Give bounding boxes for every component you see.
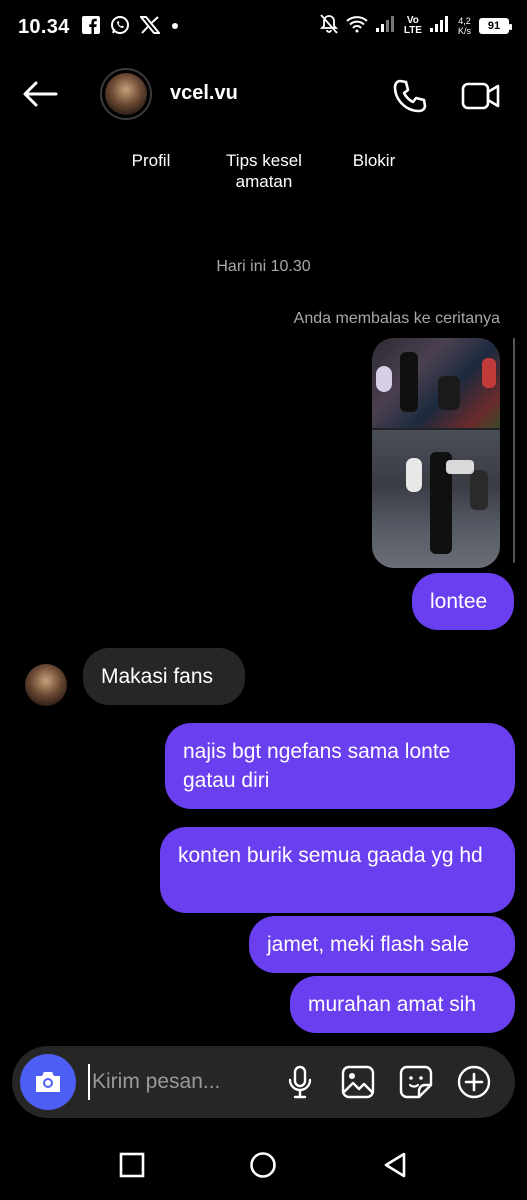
status-right: Vo LTE 4,2 K/s 91 — [319, 14, 512, 37]
profile-link[interactable]: Profil — [118, 150, 184, 171]
recent-apps-button[interactable] — [117, 1150, 147, 1180]
camera-button[interactable] — [20, 1054, 76, 1110]
image-icon — [341, 1065, 375, 1099]
system-nav-bar — [0, 1130, 527, 1200]
call-button[interactable] — [390, 76, 430, 116]
message-bubble-sent[interactable]: jamet, meki flash sale — [249, 916, 515, 973]
block-link[interactable]: Blokir — [344, 150, 404, 171]
tips-link-line2: amatan — [235, 172, 293, 191]
date-separator: Hari ini 10.30 — [216, 258, 311, 275]
sender-avatar[interactable] — [25, 664, 67, 706]
story-plush — [406, 458, 422, 492]
whatsapp-icon — [110, 15, 130, 40]
microphone-button[interactable] — [282, 1064, 318, 1100]
x-twitter-icon — [138, 15, 161, 39]
scrollbar[interactable] — [513, 338, 515, 563]
volte-indicator: Vo LTE — [403, 14, 422, 36]
profile-avatar[interactable] — [100, 68, 152, 120]
network-speed: 4,2 K/s — [457, 15, 471, 36]
story-sign — [482, 358, 496, 388]
square-icon — [119, 1152, 145, 1178]
message-bubble-sent[interactable]: lontee — [412, 573, 514, 630]
avatar-image — [105, 73, 147, 115]
facebook-icon — [81, 15, 100, 39]
back-button[interactable] — [20, 76, 60, 112]
status-time: 10.34 — [18, 15, 70, 38]
camera-icon — [36, 1072, 60, 1092]
home-button[interactable] — [248, 1150, 278, 1180]
add-button[interactable] — [456, 1064, 492, 1100]
wifi-icon — [346, 15, 368, 36]
microphone-icon — [288, 1065, 312, 1099]
story-figure — [470, 470, 488, 510]
profile-links: Profil Tips kesel amatan Blokir — [0, 150, 527, 200]
gallery-button[interactable] — [340, 1064, 376, 1100]
sticker-button[interactable] — [398, 1064, 434, 1100]
chat-username[interactable]: vcel.vu — [170, 82, 238, 105]
story-thumbnail[interactable] — [372, 338, 500, 568]
story-figure — [438, 376, 460, 410]
story-image-bottom — [372, 430, 500, 568]
mute-bell-icon — [319, 14, 339, 37]
message-bubble-received[interactable]: Makasi fans — [83, 648, 245, 705]
plus-circle-icon — [457, 1065, 491, 1099]
notification-icons — [81, 15, 180, 40]
message-input[interactable] — [88, 1064, 268, 1100]
story-image-top — [372, 338, 500, 428]
video-call-button[interactable] — [460, 76, 502, 116]
story-plush — [376, 366, 392, 392]
signal-icon-1 — [375, 16, 396, 35]
phone-icon — [393, 79, 427, 113]
battery-indicator: 91 — [479, 17, 512, 34]
video-camera-icon — [461, 82, 500, 110]
sticker-icon — [399, 1065, 433, 1099]
status-bar: 10.34 Vo LTE 4,2 K/s 91 — [0, 0, 527, 54]
tips-link-line1: Tips kesel — [226, 151, 302, 170]
story-reply-note: Anda membalas ke ceritanya — [293, 310, 500, 327]
circle-icon — [250, 1152, 276, 1178]
chat-header: vcel.vu — [0, 60, 527, 130]
back-nav-button[interactable] — [380, 1150, 410, 1180]
dot-icon — [170, 18, 180, 36]
tips-link[interactable]: Tips kesel amatan — [214, 150, 314, 192]
back-arrow-icon — [23, 81, 58, 107]
story-figure — [400, 352, 418, 412]
signal-icon-2 — [429, 16, 450, 35]
message-bubble-sent[interactable]: konten burik semua gaada yg hd — [160, 827, 515, 913]
message-bubble-sent[interactable]: murahan amat sih — [290, 976, 515, 1033]
message-bubble-sent[interactable]: najis bgt ngefans sama lonte gatau diri — [165, 723, 515, 809]
triangle-back-icon — [384, 1152, 406, 1178]
story-car — [446, 460, 474, 474]
message-composer — [12, 1046, 515, 1118]
